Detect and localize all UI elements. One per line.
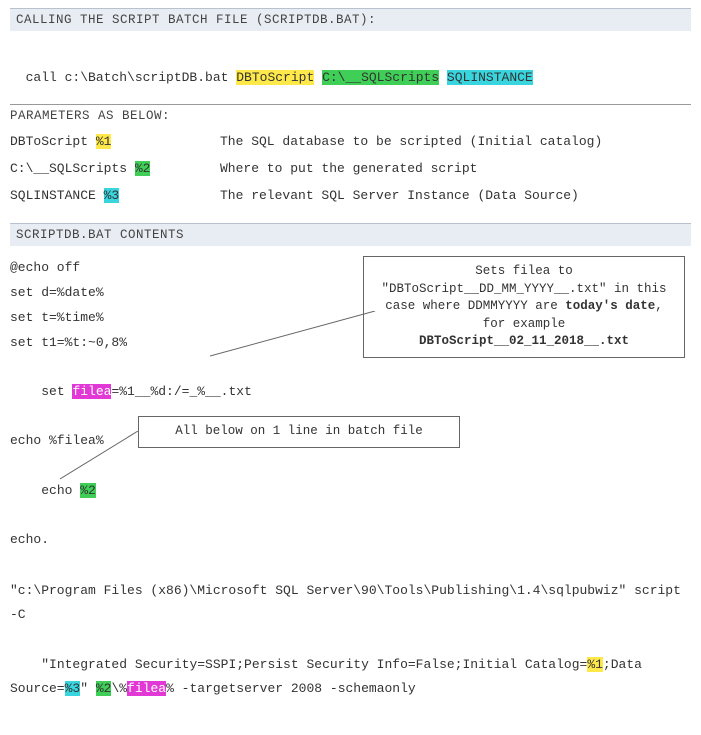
table-row: SQLINSTANCE %3 The relevant SQL Server I… xyxy=(10,183,602,210)
param-placeholder: %1 xyxy=(96,134,112,149)
note-example: DBToScript__02_11_2018__.txt xyxy=(374,333,674,351)
call-arg3: SQLINSTANCE xyxy=(447,70,533,85)
batch-long-line-1: "c:\Program Files (x86)\Microsoft SQL Se… xyxy=(10,579,691,628)
batch-line-echo2: echo %2 xyxy=(10,454,691,528)
param-name: SQLINSTANCE xyxy=(10,188,104,203)
arg2-ref: %2 xyxy=(96,681,112,696)
table-row: DBToScript %1 The SQL database to be scr… xyxy=(10,129,602,156)
param-desc: The SQL database to be scripted (Initial… xyxy=(220,129,602,156)
var-filea: filea xyxy=(127,681,166,696)
note-text: All below on 1 line in batch file xyxy=(175,424,423,438)
section-calling-header: CALLING THE SCRIPT BATCH FILE (SCRIPTDB.… xyxy=(10,8,691,31)
code-text: "Integrated Security=SSPI;Persist Securi… xyxy=(41,657,587,672)
code-text: =%1__%d:/=_%__.txt xyxy=(111,384,251,399)
call-prefix: call c:\Batch\scriptDB.bat xyxy=(26,70,237,85)
param-desc: Where to put the generated script xyxy=(220,156,602,183)
code-text: echo xyxy=(41,483,80,498)
batch-contents: Sets filea to "DBToScript__DD_MM_YYYY__.… xyxy=(10,256,691,726)
parameters-header: PARAMETERS AS BELOW: xyxy=(10,104,691,123)
batch-line: echo. xyxy=(10,528,691,553)
note-bold: today's date xyxy=(565,299,655,313)
param-name: DBToScript xyxy=(10,134,96,149)
call-arg2: C:\__SQLScripts xyxy=(322,70,439,85)
note-line: "DBToScript__DD_MM_YYYY__.txt" in this c… xyxy=(374,281,674,334)
parameters-table: DBToScript %1 The SQL database to be scr… xyxy=(10,129,602,209)
code-text: % -targetserver 2008 -schemaonly xyxy=(166,681,416,696)
code-text: set xyxy=(41,384,72,399)
code-text: " xyxy=(80,681,96,696)
call-line: call c:\Batch\scriptDB.bat DBToScript C:… xyxy=(10,41,691,90)
arg3-ref: %3 xyxy=(65,681,81,696)
batch-long-line-2: "Integrated Security=SSPI;Persist Securi… xyxy=(10,628,691,727)
table-row: C:\__SQLScripts %2 Where to put the gene… xyxy=(10,156,602,183)
var-filea: filea xyxy=(72,384,111,399)
section-contents-header: SCRIPTDB.BAT CONTENTS xyxy=(10,223,691,246)
arg1-ref: %1 xyxy=(587,657,603,672)
note-line: Sets filea to xyxy=(374,263,674,281)
note-oneline: All below on 1 line in batch file xyxy=(138,416,460,448)
param-placeholder: %2 xyxy=(135,161,151,176)
call-arg1: DBToScript xyxy=(236,70,314,85)
param-name: C:\__SQLScripts xyxy=(10,161,135,176)
note-filea: Sets filea to "DBToScript__DD_MM_YYYY__.… xyxy=(363,256,685,358)
param-desc: The relevant SQL Server Instance (Data S… xyxy=(220,183,602,210)
code-text: \% xyxy=(111,681,127,696)
param-placeholder: %3 xyxy=(104,188,120,203)
arg2-ref: %2 xyxy=(80,483,96,498)
